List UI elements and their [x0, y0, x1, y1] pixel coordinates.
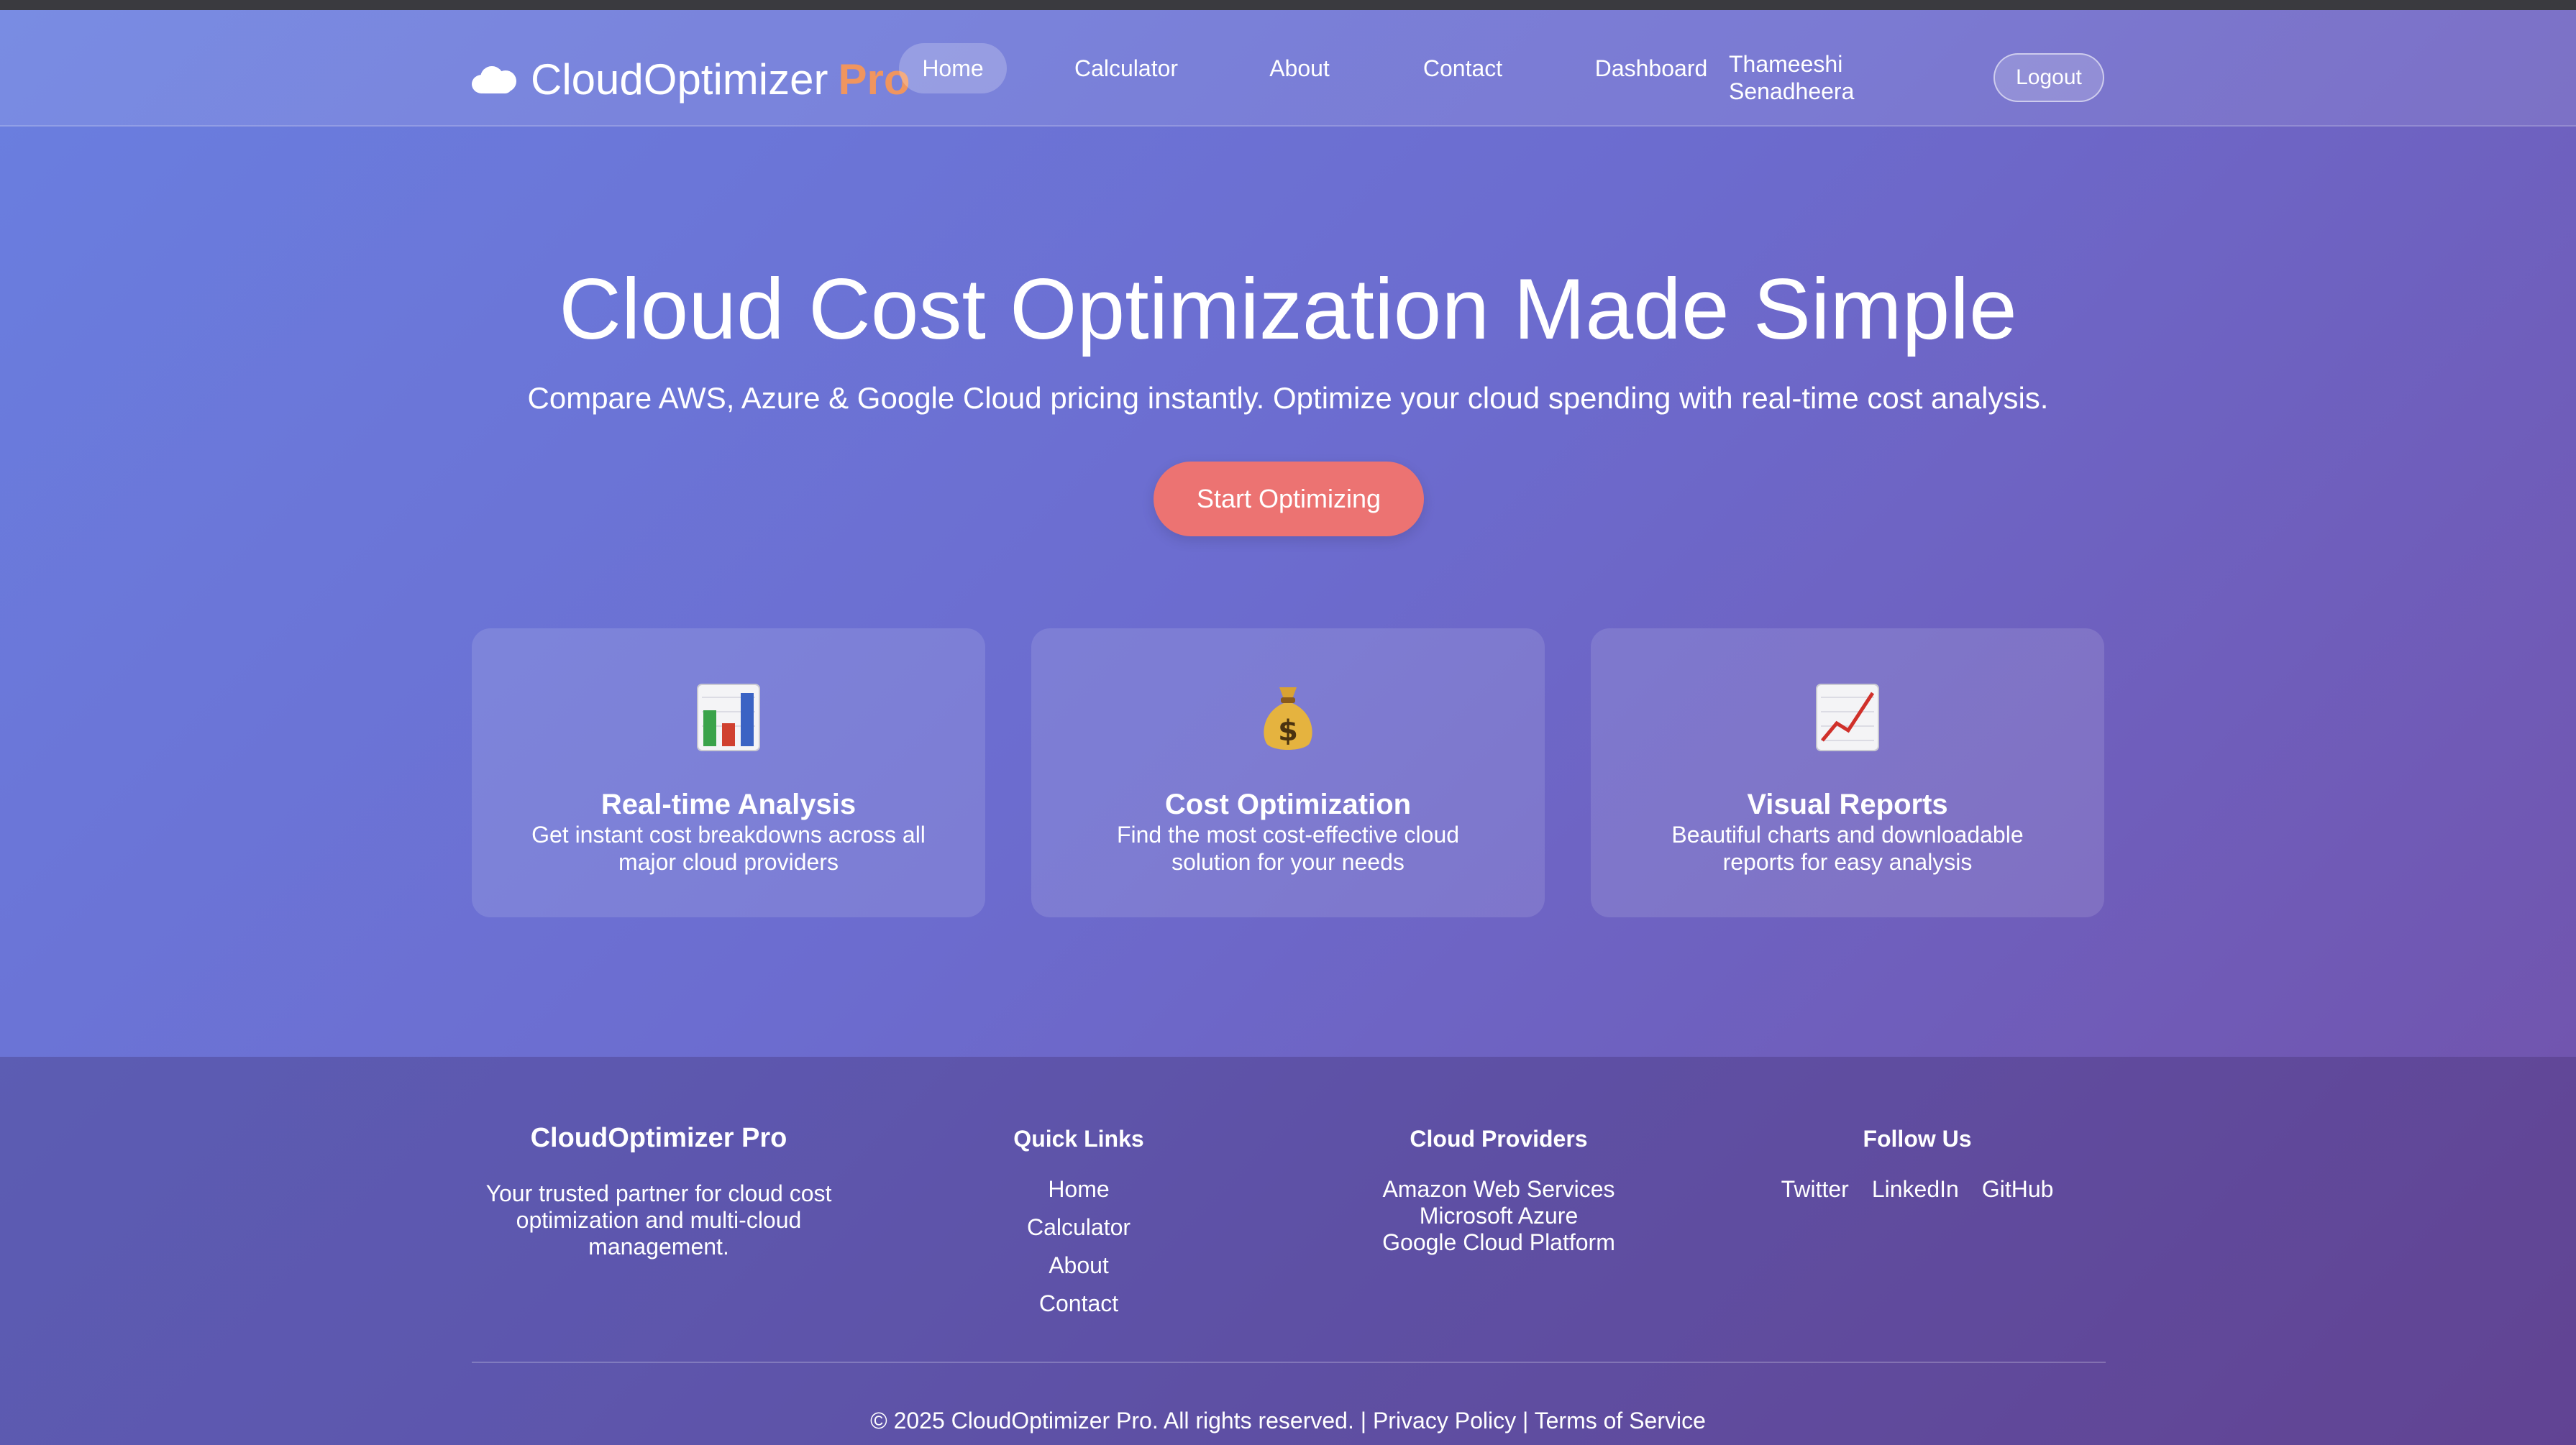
footer-quick-links: Home Calculator About Contact: [899, 1170, 1259, 1323]
nav-link-contact[interactable]: Contact: [1414, 43, 1512, 93]
feature-title: Visual Reports: [1747, 789, 1948, 820]
copyright-bar: © 2025 CloudOptimizer Pro. All rights re…: [0, 1406, 2576, 1435]
footer: CloudOptimizer Pro Your trusted partner …: [0, 1057, 2576, 1445]
footer-link-twitter[interactable]: Twitter: [1781, 1175, 1849, 1203]
footer-link-linkedin[interactable]: LinkedIn: [1872, 1175, 1959, 1203]
footer-providers: Amazon Web Services Microsoft Azure Goog…: [1319, 1176, 1678, 1256]
feature-card-cost: $ Cost Optimization Find the most cost-e…: [1031, 628, 1545, 917]
footer-link-github[interactable]: GitHub: [1982, 1175, 2054, 1203]
footer-link-calculator[interactable]: Calculator: [899, 1208, 1259, 1247]
logout-button[interactable]: Logout: [1993, 53, 2104, 102]
feature-description: Get instant cost breakdowns across all m…: [531, 822, 926, 875]
footer-provider-gcp: Google Cloud Platform: [1382, 1229, 1615, 1255]
footer-divider: [472, 1362, 2106, 1363]
footer-social-links: Twitter LinkedIn GitHub: [1737, 1175, 2097, 1203]
feature-card-reports: Visual Reports Beautiful charts and down…: [1591, 628, 2104, 917]
feature-description: Beautiful charts and downloadable report…: [1671, 822, 2024, 875]
hero-subtitle: Compare AWS, Azure & Google Cloud pricin…: [527, 381, 2049, 415]
footer-follow-title: Follow Us: [1863, 1126, 1972, 1152]
bar-chart-icon: [472, 682, 985, 753]
hero-title: Cloud Cost Optimization Made Simple: [559, 261, 2017, 357]
footer-brand-text: Your trusted partner for cloud cost opti…: [485, 1180, 832, 1260]
svg-text:$: $: [1278, 715, 1298, 748]
footer-brand-title: CloudOptimizer Pro: [530, 1123, 787, 1153]
nav-link-dashboard[interactable]: Dashboard: [1586, 43, 1716, 93]
copyright-separator: |: [1522, 1408, 1529, 1433]
footer-providers-title: Cloud Providers: [1410, 1126, 1588, 1152]
nav-link-about[interactable]: About: [1260, 43, 1339, 93]
cloud-icon: [472, 65, 516, 93]
feature-description: Find the most cost-effective cloud solut…: [1116, 822, 1460, 875]
footer-quick-links-title: Quick Links: [1013, 1126, 1144, 1152]
navbar: CloudOptimizer Pro Home Calculator About…: [0, 10, 2576, 127]
feature-title: Cost Optimization: [1164, 789, 1412, 820]
footer-provider-aws: Amazon Web Services: [1382, 1176, 1615, 1202]
nav-link-calculator[interactable]: Calculator: [1064, 43, 1188, 93]
feature-title: Real-time Analysis: [600, 789, 857, 820]
feature-card-realtime: Real-time Analysis Get instant cost brea…: [472, 628, 985, 917]
trend-chart-icon: [1591, 682, 2104, 753]
logo-text: CloudOptimizer: [531, 55, 828, 104]
money-bag-icon: $: [1031, 682, 1545, 753]
user-name: Thameeshi Senadheera: [1729, 50, 1873, 105]
terms-of-service-link[interactable]: Terms of Service: [1535, 1408, 1706, 1433]
logo[interactable]: CloudOptimizer Pro: [472, 43, 910, 115]
footer-provider-azure: Microsoft Azure: [1419, 1203, 1579, 1229]
footer-link-about[interactable]: About: [899, 1247, 1259, 1285]
footer-link-contact[interactable]: Contact: [899, 1285, 1259, 1323]
copyright-text: © 2025 CloudOptimizer Pro. All rights re…: [870, 1408, 1367, 1433]
user-first-name: Thameeshi: [1729, 51, 1843, 77]
nav-link-home[interactable]: Home: [899, 43, 1007, 93]
footer-link-home[interactable]: Home: [899, 1170, 1259, 1208]
start-optimizing-button[interactable]: Start Optimizing: [1154, 462, 1424, 536]
privacy-policy-link[interactable]: Privacy Policy: [1373, 1408, 1516, 1433]
user-last-name: Senadheera: [1729, 78, 1855, 104]
browser-top-strip: [0, 0, 2576, 10]
